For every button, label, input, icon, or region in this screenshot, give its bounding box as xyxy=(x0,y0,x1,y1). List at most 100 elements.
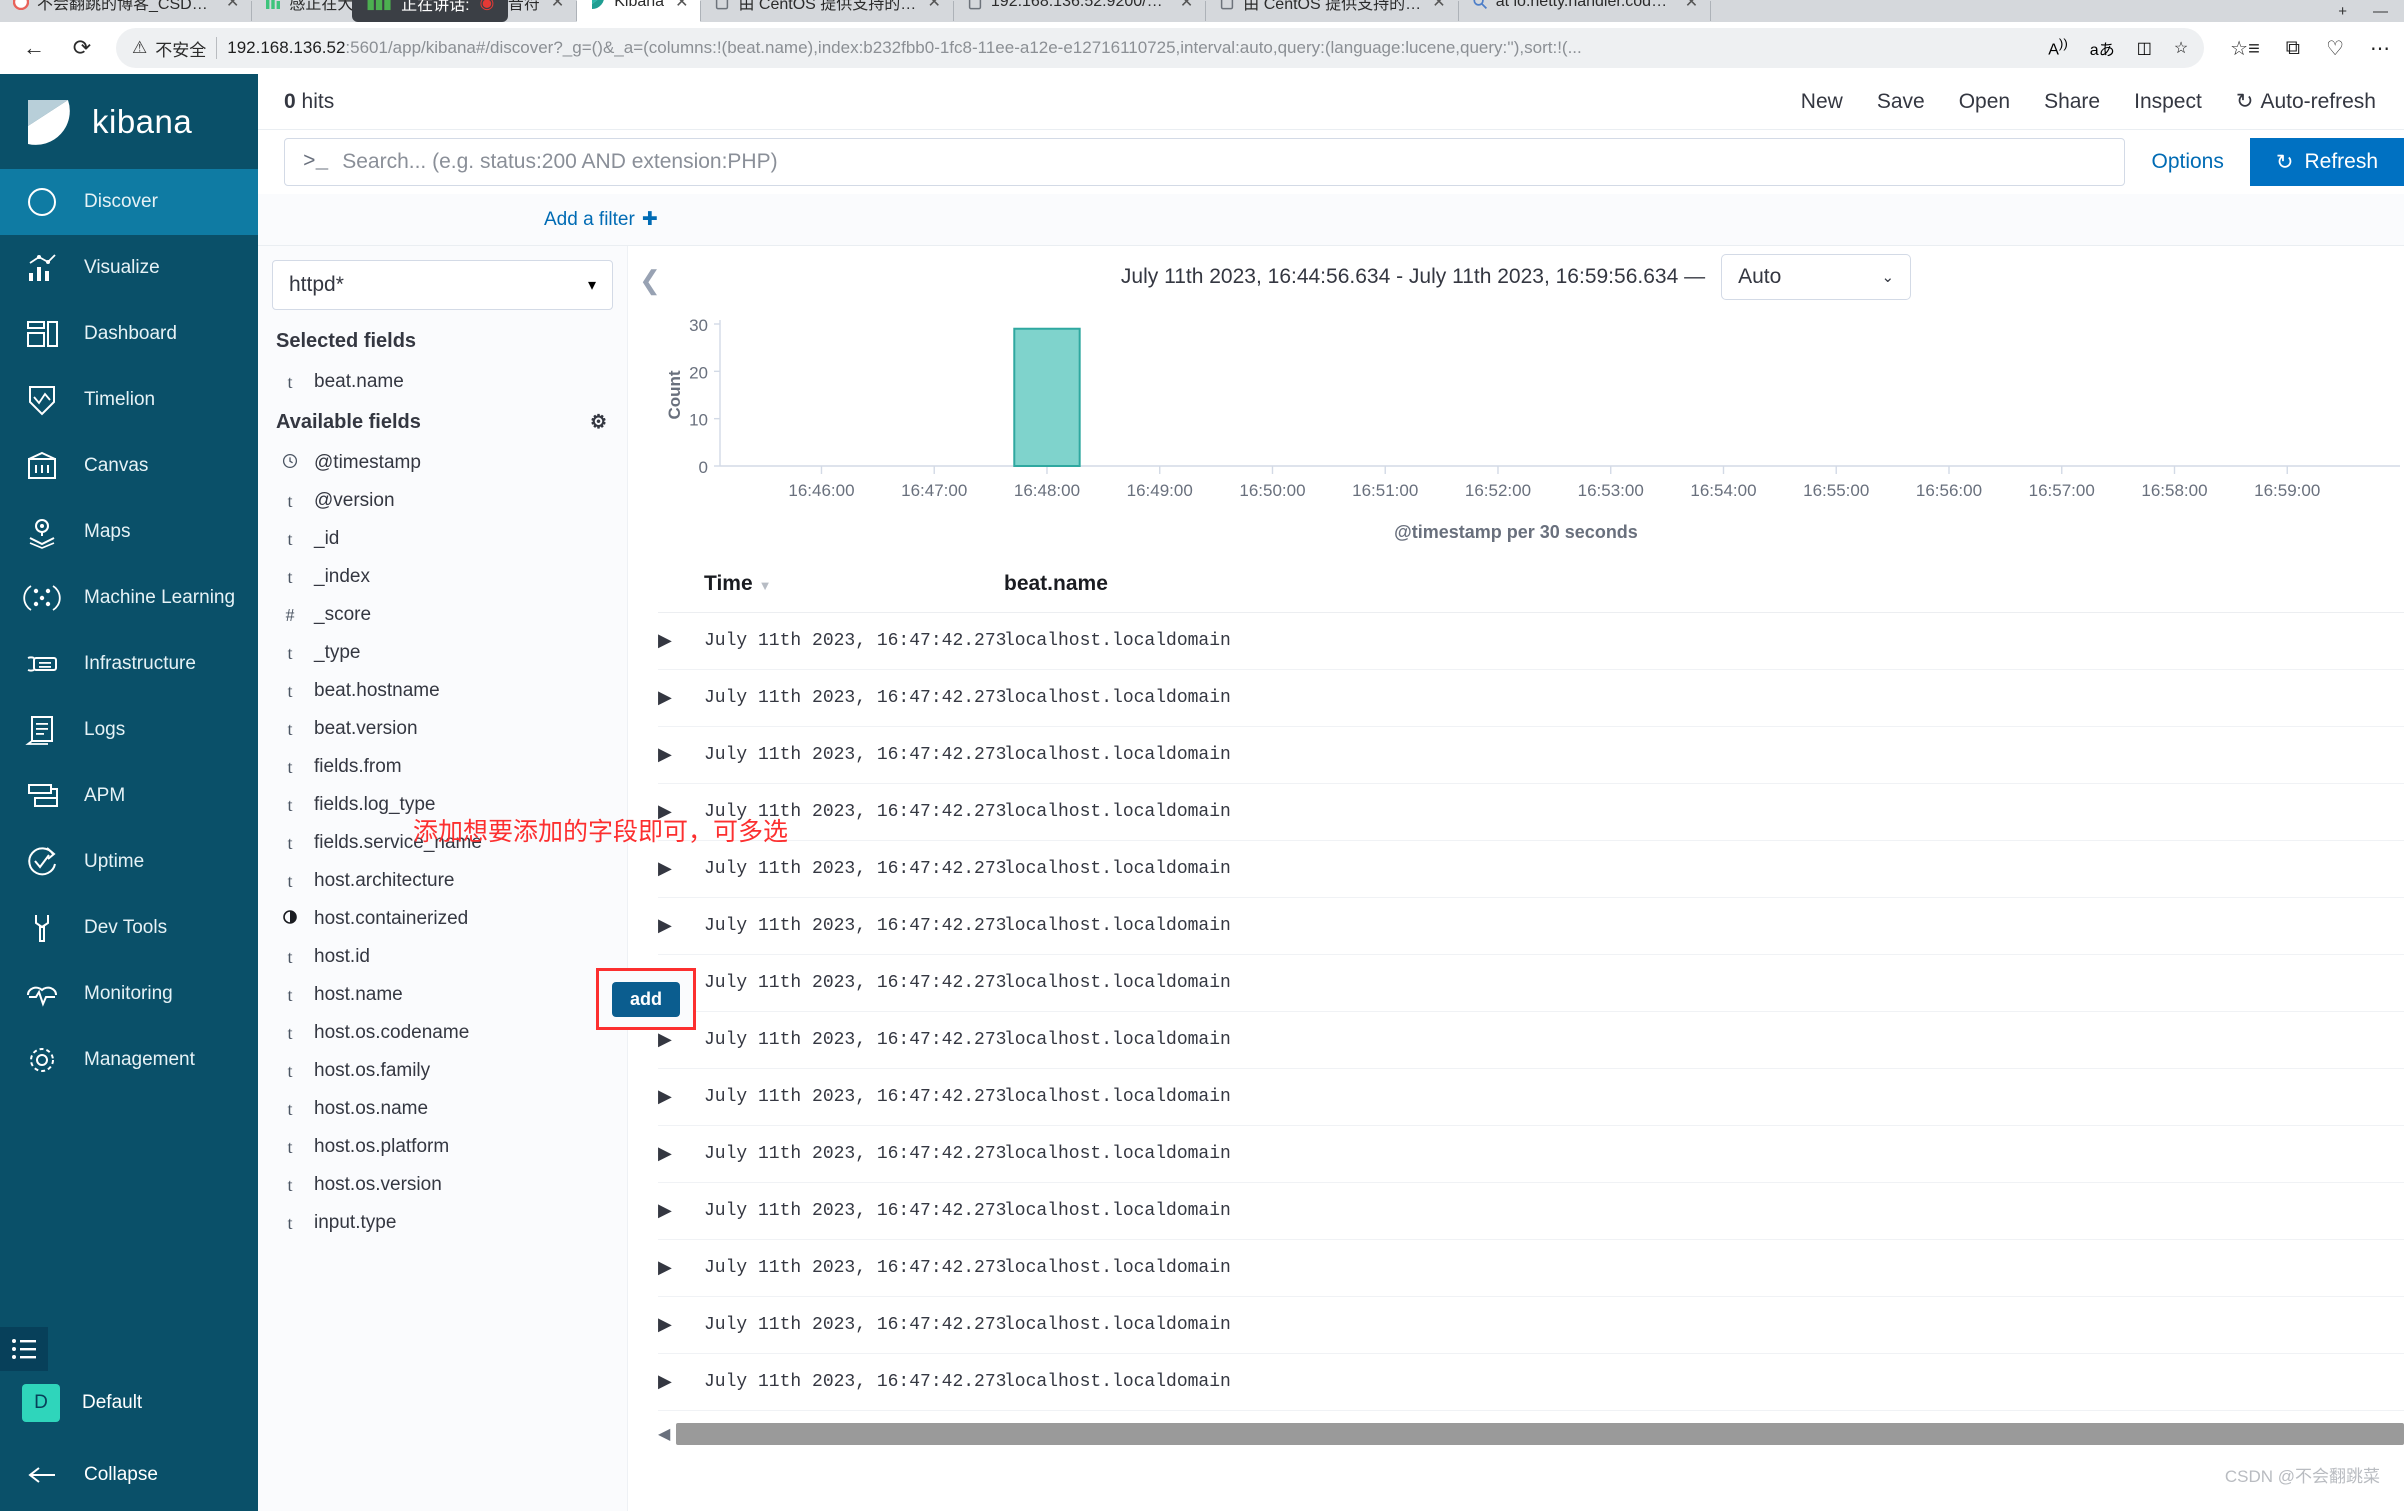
expand-row-icon[interactable]: ▶ xyxy=(658,1239,704,1297)
table-row[interactable]: ▶July 11th 2023, 16:47:42.273localhost.l… xyxy=(658,1068,2404,1126)
add-tab-group-icon[interactable]: ⧉ xyxy=(2286,37,2300,60)
expand-row-icon[interactable]: ▶ xyxy=(658,1182,704,1240)
field-item-host.os.platform[interactable]: t host.os.platform xyxy=(272,1128,613,1166)
table-row[interactable]: ▶July 11th 2023, 16:47:42.273localhost.l… xyxy=(658,726,2404,784)
table-row[interactable]: ▶July 11th 2023, 16:47:42.273localhost.l… xyxy=(658,1182,2404,1240)
table-row[interactable]: ▶July 11th 2023, 16:47:42.273localhost.l… xyxy=(658,783,2404,841)
expand-row-icon[interactable]: ▶ xyxy=(658,1068,704,1126)
close-icon[interactable]: ✕ xyxy=(1685,0,1698,12)
beatname-column-header[interactable]: beat.name xyxy=(1004,556,2404,613)
expand-row-icon[interactable]: ▶ xyxy=(658,726,704,784)
field-list-scroll[interactable]: Selected fields t beat.name Available fie… xyxy=(258,320,627,1511)
sidebar-item-visualize[interactable]: Visualize xyxy=(0,235,258,301)
field-item-_type[interactable]: t _type xyxy=(272,634,613,672)
auto-refresh-button[interactable]: ↻ Auto-refresh xyxy=(2236,89,2376,114)
expand-row-icon[interactable]: ▶ xyxy=(658,897,704,955)
translate-icon[interactable]: aあ xyxy=(2090,36,2115,60)
sidebar-item-machine-learning[interactable]: Machine Learning xyxy=(0,565,258,631)
time-column-header[interactable]: Time ▼ xyxy=(704,556,1004,613)
field-item-beat.name[interactable]: t beat.name xyxy=(272,363,613,401)
table-row[interactable]: ▶July 11th 2023, 16:47:42.273localhost.l… xyxy=(658,1296,2404,1354)
sidebar-item-dashboard[interactable]: Dashboard xyxy=(0,301,258,367)
collections-icon[interactable]: ☆≡ xyxy=(2230,36,2260,61)
browser-tab-6[interactable]: 由 CentOS 提供支持的 Apa ✕ xyxy=(1206,0,1458,22)
interval-selector[interactable]: Auto ⌄ xyxy=(1721,254,1912,300)
nav-menu-toggle-button[interactable] xyxy=(0,1327,48,1371)
field-item-@version[interactable]: t @version xyxy=(272,482,613,520)
table-row[interactable]: ▶July 11th 2023, 16:47:42.273localhost.l… xyxy=(658,1011,2404,1069)
scrollbar-thumb[interactable] xyxy=(676,1423,2404,1445)
save-button[interactable]: Save xyxy=(1877,90,1925,114)
field-item-host.os.codename[interactable]: t host.os.codename xyxy=(272,1014,613,1052)
options-button[interactable]: Options xyxy=(2125,150,2249,174)
favorite-star-icon[interactable]: ☆ xyxy=(2174,38,2188,58)
table-row[interactable]: ▶July 11th 2023, 16:47:42.273localhost.l… xyxy=(658,612,2404,670)
expand-row-icon[interactable]: ▶ xyxy=(658,612,704,670)
expand-row-icon[interactable]: ▶ xyxy=(658,1353,704,1411)
table-row[interactable]: ▶July 11th 2023, 16:47:42.273localhost.l… xyxy=(658,1239,2404,1297)
browser-tab-4[interactable]: 由 CentOS 提供支持的 Apa ✕ xyxy=(701,0,953,22)
index-pattern-selector[interactable]: httpd* ▾ xyxy=(272,260,613,310)
sidebar-item-maps[interactable]: Maps xyxy=(0,499,258,565)
close-icon[interactable]: ✕ xyxy=(226,0,239,12)
split-screen-icon[interactable]: ◫ xyxy=(2137,38,2152,58)
histogram-bar[interactable] xyxy=(1013,327,1081,467)
scroll-left-arrow-icon[interactable]: ◀ xyxy=(658,1424,670,1444)
field-item-host.architecture[interactable]: t host.architecture xyxy=(272,862,613,900)
browser-tab-5[interactable]: 192.168.136.52:9200/_clust ✕ xyxy=(953,0,1206,22)
sidebar-item-apm[interactable]: APM xyxy=(0,763,258,829)
field-item-_id[interactable]: t _id xyxy=(272,520,613,558)
expand-row-icon[interactable]: ▶ xyxy=(658,1296,704,1354)
browser-tab-3[interactable]: Kibana ✕ xyxy=(577,0,701,22)
chevron-left-collapse-icon[interactable]: ❮ xyxy=(636,265,664,295)
sidebar-item-uptime[interactable]: Uptime xyxy=(0,829,258,895)
sidebar-item-monitoring[interactable]: Monitoring xyxy=(0,961,258,1027)
sort-desc-caret-icon[interactable]: ▼ xyxy=(759,578,772,593)
table-row[interactable]: ▶July 11th 2023, 16:47:42.273localhost.l… xyxy=(658,1125,2404,1183)
new-button[interactable]: New xyxy=(1801,90,1843,114)
new-tab-button[interactable]: + xyxy=(2338,3,2347,20)
field-item-host.containerized[interactable]: host.containerized xyxy=(272,900,613,938)
field-item-host.name[interactable]: t host.name xyxy=(272,976,613,1014)
field-item-host.os.version[interactable]: t host.os.version xyxy=(272,1166,613,1204)
sidebar-item-infrastructure[interactable]: Infrastructure xyxy=(0,631,258,697)
sidebar-item-canvas[interactable]: Canvas xyxy=(0,433,258,499)
sidebar-item-logs[interactable]: Logs xyxy=(0,697,258,763)
table-row[interactable]: ▶July 11th 2023, 16:47:42.273localhost.l… xyxy=(658,840,2404,898)
read-aloud-icon[interactable]: A)) xyxy=(2048,36,2068,59)
add-field-button[interactable]: add xyxy=(611,981,680,1017)
sidebar-item-management[interactable]: Management xyxy=(0,1027,258,1093)
field-item-host.os.family[interactable]: t host.os.family xyxy=(272,1052,613,1090)
table-row[interactable]: ▶July 11th 2023, 16:47:42.273localhost.l… xyxy=(658,669,2404,727)
field-settings-gear-icon[interactable]: ⚙ xyxy=(590,411,607,434)
minimize-button[interactable]: — xyxy=(2373,3,2388,20)
field-item-fields.from[interactable]: t fields.from xyxy=(272,748,613,786)
browser-tab-0[interactable]: 不会翻跳的博客_CSDN博 ✕ xyxy=(0,0,252,22)
search-box[interactable]: >_ xyxy=(284,138,2126,186)
histogram-chart[interactable]: 0 10 20 30 Count 16:46:00 16:47:00 16:48:00 16:4… xyxy=(658,308,2400,518)
field-item-_index[interactable]: t _index xyxy=(272,558,613,596)
field-item-_score[interactable]: # _score xyxy=(272,596,613,634)
sidebar-item-timelion[interactable]: Timelion xyxy=(0,367,258,433)
horizontal-scrollbar[interactable]: ◀ xyxy=(658,1411,2404,1455)
close-icon[interactable]: ✕ xyxy=(927,0,940,12)
table-row[interactable]: ▶July 11th 2023, 16:47:42.273localhost.l… xyxy=(658,954,2404,1012)
field-item-host.id[interactable]: t host.id xyxy=(272,938,613,976)
field-item-@timestamp[interactable]: @timestamp xyxy=(272,444,613,482)
search-input[interactable] xyxy=(342,150,2107,174)
field-item-beat.version[interactable]: t beat.version xyxy=(272,710,613,748)
table-row[interactable]: ▶July 11th 2023, 16:47:42.273localhost.l… xyxy=(658,897,2404,955)
field-item-beat.hostname[interactable]: t beat.hostname xyxy=(272,672,613,710)
settings-more-icon[interactable]: ⋯ xyxy=(2370,36,2390,61)
security-warning[interactable]: ⚠ 不安全 xyxy=(132,36,206,61)
expand-row-icon[interactable]: ▶ xyxy=(658,1125,704,1183)
reload-button[interactable]: ⟳ xyxy=(62,28,102,68)
add-filter-button[interactable]: Add a filter ✚ xyxy=(544,208,658,231)
expand-row-icon[interactable]: ▶ xyxy=(658,840,704,898)
inspect-button[interactable]: Inspect xyxy=(2134,90,2202,114)
table-row[interactable]: ▶July 11th 2023, 16:47:42.273localhost.l… xyxy=(658,1353,2404,1411)
open-button[interactable]: Open xyxy=(1959,90,2010,114)
field-item-host.os.name[interactable]: t host.os.name xyxy=(272,1090,613,1128)
close-icon[interactable]: ✕ xyxy=(675,0,688,12)
sidebar-item-dev-tools[interactable]: Dev Tools xyxy=(0,895,258,961)
